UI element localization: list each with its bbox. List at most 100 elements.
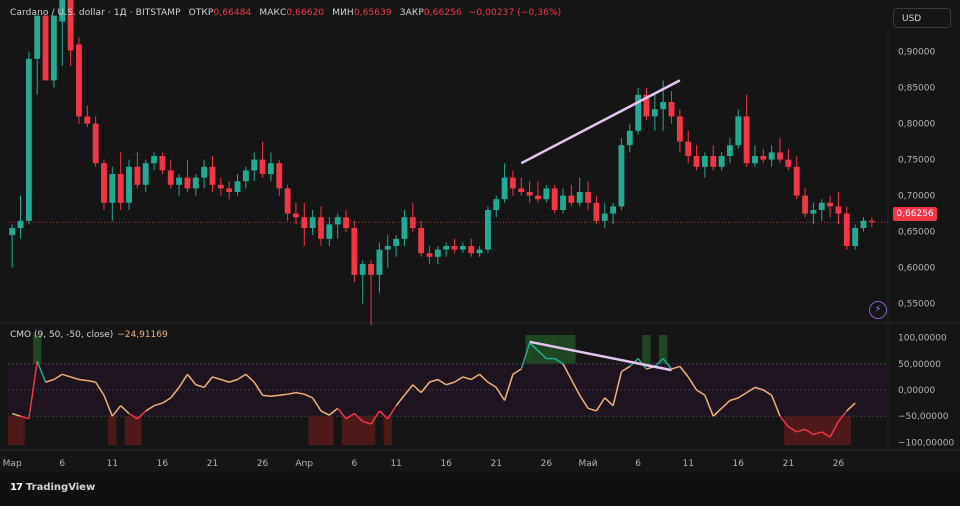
candle-body [201,166,208,178]
time-axis-tick: 11 [390,459,401,469]
candle-body [852,228,859,246]
cmo-oversold-bar [383,416,392,445]
time-axis-tick: 11 [682,459,693,469]
candle-body [117,174,124,203]
lightning-icon[interactable]: ⚡ [869,301,887,319]
candle-body [76,44,82,117]
candle-body [785,159,792,167]
candle-body [151,156,157,164]
cmo-oversold-bar [316,416,326,445]
cmo-overbought-bar [642,335,651,364]
symbol-title[interactable]: Cardano / U.S. dollar · 1Д · BITSTAMP [10,8,181,18]
high-value: 0,66620 [286,8,325,18]
candle-body [351,228,358,275]
candle-body [42,15,49,81]
candle-body [585,192,591,203]
time-axis-tick: Апр [295,459,313,469]
candle-body [601,213,608,221]
candle-body [810,210,817,214]
candle-body [651,109,658,117]
candle-body [777,152,783,160]
candle-body [518,188,525,192]
candle-body [576,192,583,203]
footer-bar [0,473,960,506]
candle-body [192,177,199,189]
candle-body [376,249,383,275]
time-axis-tick: 21 [207,459,218,469]
candle-body [510,177,516,189]
cmo-oversold-bar [108,416,117,445]
cmo-line-segment [262,394,271,398]
candle-body [693,156,700,167]
candle-body [484,210,491,250]
cmo-axis-tick: 50,00000 [898,360,941,370]
candle-body [234,181,241,192]
cmo-value: −24,91169 [117,330,168,340]
cmo-oversold-bar [308,416,317,445]
cmo-overbought-bar [525,335,534,364]
open-value: 0,66484 [213,8,252,18]
candle-body [134,166,141,185]
time-axis-tick: 6 [59,459,65,469]
candle-body [668,102,675,117]
candle-body [259,159,266,174]
candle-body [426,253,433,257]
candle-body [217,184,224,189]
cmo-line-segment [78,378,88,382]
high-label: МАКС [259,8,287,18]
candle-body [368,264,374,275]
candle-body [701,156,708,167]
candle-body [568,195,575,203]
candle-body [685,141,692,156]
candle-body [101,163,107,203]
time-axis-tick: 16 [440,459,452,469]
price-axis-tick: 0,55000 [898,300,935,310]
time-axis-tick: 6 [635,459,641,469]
candle-body [543,188,550,200]
candle-body [17,220,24,228]
candle-body [84,116,91,124]
cmo-legend[interactable]: CMO (9, 50, -50, close) −24,91169 [10,330,168,340]
time-axis-tick: 16 [157,459,169,469]
candle-body [92,123,99,164]
candle-body [835,206,842,214]
time-axis-tick: 26 [541,459,553,469]
currency-button[interactable]: USD [893,8,951,28]
candle-body [184,177,191,189]
candle-body [326,224,333,239]
candle-body [793,166,800,196]
candle-body [301,217,308,228]
last-price-tag: 0,66256 [893,207,937,221]
candle-body [34,15,41,59]
cmo-axis-tick: 100,00000 [898,334,947,344]
tradingview-logo[interactable]: 17 TradingView [10,482,95,493]
candle-body [468,246,475,254]
candle-body [209,166,216,185]
candle-body [526,192,533,196]
time-axis-tick: 16 [733,459,745,469]
price-axis-tick: 0,90000 [898,48,935,58]
cmo-overbought-bar [542,335,551,364]
candle-body [109,174,116,203]
chart-canvas[interactable]: 0,90000 0,85000 0,80000 0,75000 0,70000 0,650… [0,0,960,506]
candle-body [802,195,808,214]
candle-body [493,199,500,210]
symbol-header: Cardano / U.S. dollar · 1Д · BITSTAMP ОТ… [10,8,561,18]
cmo-label: CMO (9, 50, -50, close) [10,330,114,340]
cmo-oversold-bar [133,416,142,445]
candle-body [818,202,825,210]
low-label: МИН [332,8,354,18]
candle-body [560,195,566,210]
candle-body [735,116,742,146]
cmo-overbought-bar [533,335,543,364]
cmo-oversold-bar [124,416,134,445]
candle-body [384,246,391,250]
candle-body [459,246,466,250]
candle-body [284,188,291,214]
time-axis-tick: 21 [491,459,502,469]
candle-body [443,246,450,250]
cmo-oversold-bar [325,416,334,445]
close-label: ЗАКР [399,8,424,18]
candle-body [359,264,366,275]
tradingview-logo-icon: 17 [10,482,23,493]
